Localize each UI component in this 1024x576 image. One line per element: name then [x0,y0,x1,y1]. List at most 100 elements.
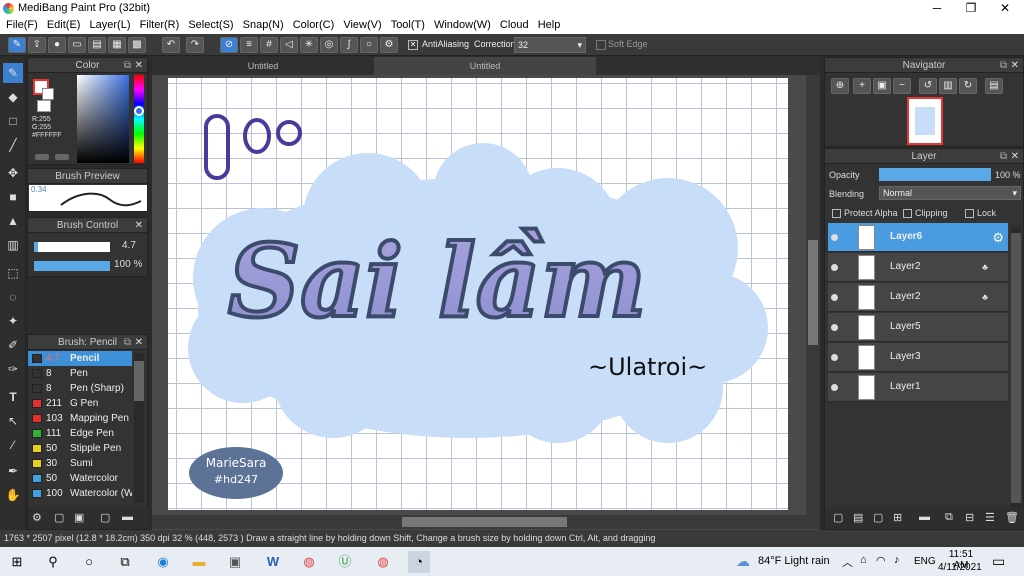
close-icon[interactable]: ✕ [135,218,143,233]
brush-opacity-slider[interactable] [34,261,110,271]
secondary-color-swatch[interactable] [42,88,54,100]
brush-item[interactable]: 103 Mapping Pen [28,411,132,426]
divide-icon[interactable]: ⁄ [3,435,23,455]
horizontal-scroll-thumb[interactable] [402,517,567,527]
visibility-icon[interactable] [831,264,838,271]
comment-icon[interactable]: ● [48,37,66,53]
task-view-icon[interactable]: ⧉ [114,551,136,573]
layer-row[interactable]: Layer2 ♣ [828,253,1008,282]
layer-row[interactable]: Layer1 [828,373,1008,402]
close-icon[interactable]: ✕ [135,58,143,73]
visibility-icon[interactable] [831,234,838,241]
canvas-vertical-scrollbar[interactable] [806,75,820,515]
rotate-left-icon[interactable]: ↺ [919,78,937,94]
eyedropper-button[interactable] [55,154,69,160]
operation-icon[interactable]: ↖ [3,411,23,431]
search-icon[interactable]: ⚲ [42,551,64,573]
visibility-icon[interactable] [831,354,838,361]
new-layer-icon[interactable]: ▢ [833,511,843,524]
brush-list-scrollbar[interactable] [134,353,144,503]
popout-icon[interactable]: ⧉ [1000,58,1007,73]
layer-row[interactable]: Layer3 [828,343,1008,372]
volume-icon[interactable]: ♪ [894,554,900,566]
start-icon[interactable]: ⊞ [6,551,28,573]
rectangle-icon[interactable]: □ [3,111,23,131]
brush-item[interactable]: 211 G Pen [28,396,132,411]
redo-icon[interactable]: ↷ [186,37,204,53]
tab-untitled-2[interactable]: Untitled [374,57,596,75]
bucket-icon[interactable]: ▲ [3,211,23,231]
perspective-snap-icon[interactable]: ◁ [280,37,298,53]
menu-view[interactable]: View(V) [337,17,381,31]
select-icon[interactable]: ⬚ [3,263,23,283]
layer-opacity-slider[interactable] [879,168,991,181]
brush-icon[interactable]: ✎ [3,63,23,83]
chrome-icon-2[interactable]: ◍ [372,551,394,573]
brush-tool-icon[interactable]: ✎ [8,37,26,53]
menu-tool[interactable]: Tool(T) [385,17,425,31]
zoom-icon[interactable]: ⊕ [831,78,849,94]
gear-icon[interactable]: ⚙ [32,511,42,524]
menu-color[interactable]: Color(C) [287,17,335,31]
snap-off-icon[interactable]: ⊘ [220,37,238,53]
menu-snap[interactable]: Snap(N) [237,17,284,31]
close-icon[interactable]: ✕ [1011,149,1019,164]
brush-item[interactable]: 8 Pen [28,366,132,381]
soft-edge-checkbox[interactable] [596,40,606,50]
vertical-scroll-thumb[interactable] [808,240,818,345]
cortana-icon[interactable]: ○ [78,551,100,573]
copy-brush-icon[interactable]: ▣ [74,511,84,524]
layer-scrollbar[interactable] [1011,227,1021,507]
file-explorer-icon[interactable]: ▬ [188,551,210,573]
circle-snap-icon[interactable]: ○ [360,37,378,53]
visibility-icon[interactable] [831,294,838,301]
blending-select[interactable]: Normal ▾ [879,186,1021,200]
brush-item[interactable]: 100 Watercolor (We [28,486,132,501]
brush-item[interactable]: 30 Sumi [28,456,132,471]
zoom-in-icon[interactable]: + [853,78,871,94]
hue-slider[interactable] [134,75,144,163]
app-icon-u[interactable]: Ⓤ [334,551,356,573]
grid-snap-icon[interactable]: # [260,37,278,53]
popout-icon[interactable]: ⧉ [124,335,131,350]
panel-icon[interactable]: ▦ [108,37,126,53]
chevron-up-icon[interactable]: ︿ [842,554,853,570]
word-icon[interactable]: W [262,551,284,573]
layer-row[interactable]: Layer5 [828,313,1008,342]
eraser-icon[interactable]: ◆ [3,87,23,107]
add-color-button[interactable] [35,154,49,160]
notification-icon[interactable]: ▭ [992,553,1005,570]
maximize-button[interactable]: ❐ [954,0,988,17]
folder-icon[interactable]: ▬ [919,511,930,523]
lasso-icon[interactable]: ◌ [3,287,23,307]
menu-filter[interactable]: Filter(R) [134,17,180,31]
folder-icon[interactable]: ▬ [122,511,133,523]
brush-item[interactable]: 50 Stipple Pen [28,441,132,456]
text-icon[interactable]: T [3,387,23,407]
layer-row[interactable]: Layer2 ♣ [828,283,1008,312]
dot-pen-icon[interactable]: ╱ [3,135,23,155]
hand-icon[interactable]: ✋ [3,485,23,505]
correction-select[interactable]: 32 ▾ [514,37,586,53]
fit-icon[interactable]: ▣ [873,78,891,94]
move-icon[interactable]: ✥ [3,163,23,183]
canvas-paper[interactable]: Sai lầm ~Ulatroi~ MarieSara #hd247 [168,78,788,510]
popout-icon[interactable]: ⧉ [1000,149,1007,164]
parallel-snap-icon[interactable]: ≡ [240,37,258,53]
saturation-value-picker[interactable] [77,75,129,163]
grid-icon[interactable]: ▩ [128,37,146,53]
medibang-taskbar-icon[interactable]: ◔ [408,551,430,573]
select-eraser-icon[interactable]: ✑ [3,359,23,379]
radial-snap-icon[interactable]: ✳ [300,37,318,53]
popout-icon[interactable]: ⧉ [124,58,131,73]
curve-snap-icon[interactable]: ∫ [340,37,358,53]
magic-wand-icon[interactable]: ✦ [3,311,23,331]
edge-icon[interactable]: ◉ [152,551,174,573]
minimize-button[interactable]: ─ [920,0,954,17]
transparent-swatch[interactable] [37,100,51,112]
brush-item[interactable]: 8 Pen (Sharp) [28,381,132,396]
settings-icon[interactable]: ⚙ [380,37,398,53]
menu-file[interactable]: File(F) [0,17,38,31]
brush-item[interactable]: 4.7Pencil⚙ [28,351,132,366]
tab-untitled-1[interactable]: Untitled [152,57,374,75]
